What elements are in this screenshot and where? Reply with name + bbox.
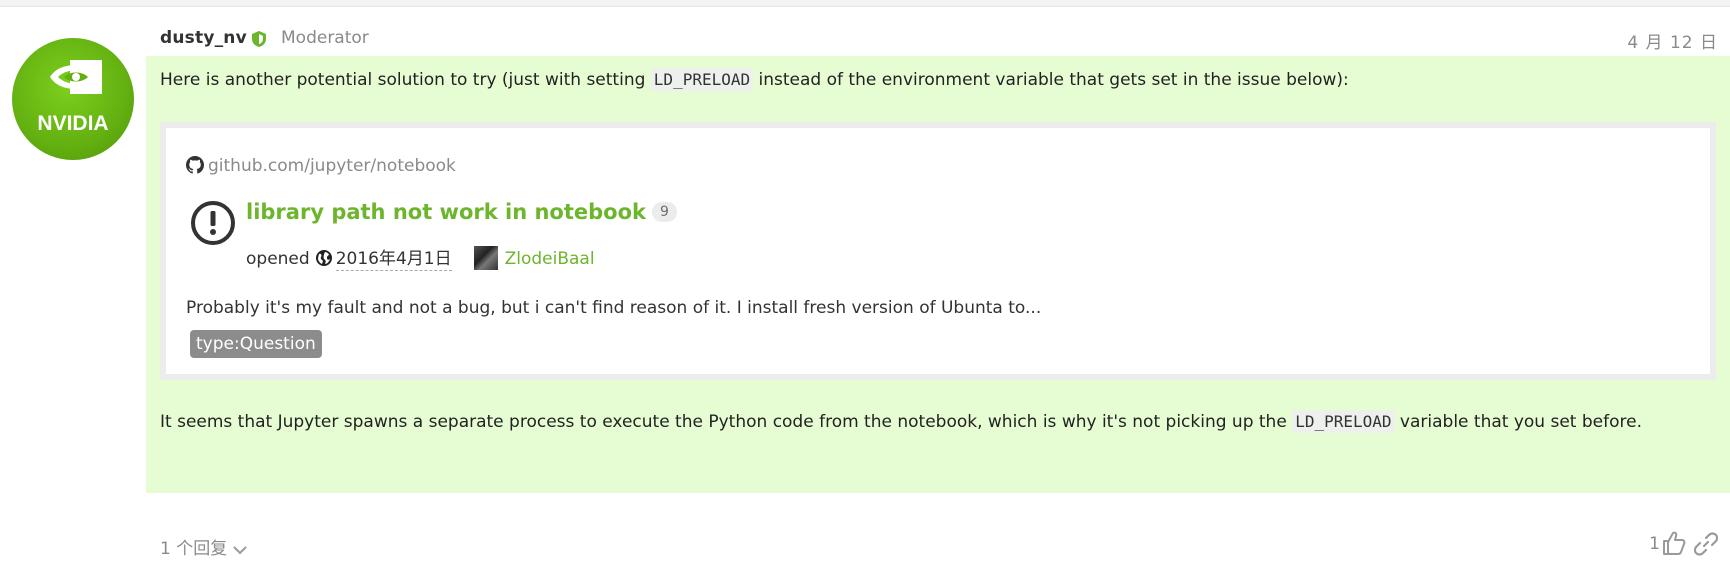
top-divider xyxy=(0,0,1730,7)
post-header: dusty_nv Moderator 4 月 12 日 xyxy=(160,26,1718,53)
issue-title-link[interactable]: library path not work in notebook xyxy=(246,200,646,224)
issue-comment-count: 9 xyxy=(651,202,677,222)
avatar-text: NVIDIA xyxy=(37,112,108,135)
issue-title[interactable]: library path not work in notebook 9 xyxy=(246,200,677,224)
issue-meta: opened 2016年4月1日 ZlodeiBaal xyxy=(246,244,595,271)
onebox-source[interactable]: github.com/jupyter/notebook xyxy=(186,156,456,176)
post-footer: 1 个回复 1 xyxy=(160,530,1718,560)
moderator-shield-icon xyxy=(252,31,266,47)
replies-label: 1 个回复 xyxy=(160,539,228,559)
post-date[interactable]: 4 月 12 日 xyxy=(1627,28,1718,53)
issue-opened-label: opened xyxy=(246,249,310,269)
paragraph-text: variable that you set before. xyxy=(1394,412,1642,432)
post-paragraph: It seems that Jupyter spawns a separate … xyxy=(160,406,1700,438)
post-paragraph: Here is another potential solution to tr… xyxy=(160,68,1349,91)
inline-code: LD_PRELOAD xyxy=(650,68,754,91)
like-button-icon[interactable] xyxy=(1662,530,1686,556)
share-link-icon[interactable] xyxy=(1694,532,1718,556)
chevron-down-icon xyxy=(233,546,247,555)
issue-label-badge: type:Question xyxy=(190,330,322,358)
avatar[interactable]: NVIDIA xyxy=(12,38,134,160)
inline-code: LD_PRELOAD xyxy=(1292,410,1395,433)
user-role: Moderator xyxy=(281,28,369,48)
nvidia-logo-icon: NVIDIA xyxy=(37,60,109,135)
paragraph-text: instead of the environment variable that… xyxy=(753,70,1349,90)
paragraph-text: It seems that Jupyter spawns a separate … xyxy=(160,412,1293,432)
github-icon xyxy=(186,156,204,174)
username[interactable]: dusty_nv xyxy=(160,28,247,48)
paragraph-text: Here is another potential solution to tr… xyxy=(160,70,651,90)
globe-icon xyxy=(315,250,332,266)
issue-opened-icon xyxy=(191,201,235,245)
issue-author-link[interactable]: ZlodeiBaal xyxy=(505,249,595,269)
onebox-source-link[interactable]: github.com/jupyter/notebook xyxy=(208,156,456,176)
show-replies-button[interactable]: 1 个回复 xyxy=(160,534,247,559)
post-body: Here is another potential solution to tr… xyxy=(146,56,1730,493)
github-issue-onebox: github.com/jupyter/notebook library path… xyxy=(160,122,1716,380)
issue-author-avatar[interactable] xyxy=(473,246,498,270)
issue-excerpt: Probably it's my fault and not a bug, bu… xyxy=(186,298,1042,318)
like-count[interactable]: 1 xyxy=(1649,534,1660,554)
issue-opened-date: 2016年4月1日 xyxy=(335,249,452,271)
